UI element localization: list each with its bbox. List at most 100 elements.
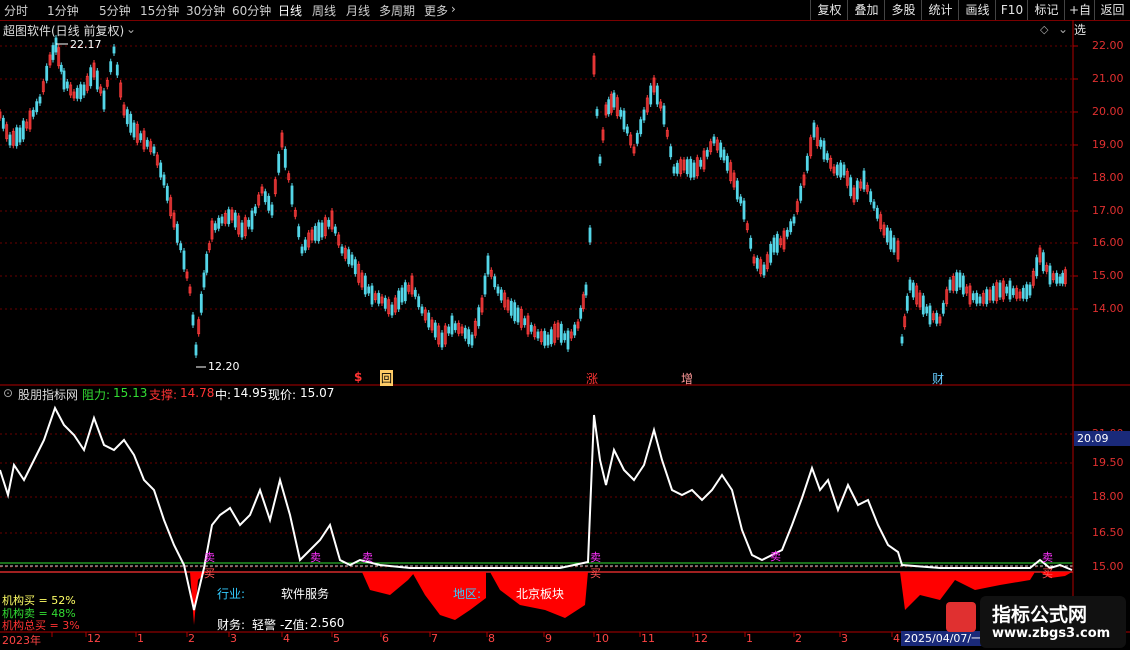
candle-body <box>82 84 86 96</box>
candle-body <box>202 272 206 288</box>
candle-body <box>303 239 307 251</box>
statistics-button[interactable]: 统计 <box>921 0 959 20</box>
sell-signal-label: 卖 <box>204 551 215 564</box>
region-label: 地区: <box>453 587 482 601</box>
period-tab-60min[interactable]: 60分钟 <box>232 2 271 19</box>
candle-body <box>955 272 959 292</box>
mark-button[interactable]: 标记 <box>1027 0 1065 20</box>
indicator-title[interactable]: 股朋指标网 <box>18 386 78 403</box>
candle-body <box>598 156 602 164</box>
finance-report-marker[interactable]: 财 <box>932 370 944 387</box>
candle-body <box>516 307 520 323</box>
stock-title[interactable]: 超图软件(日线 前复权) <box>3 22 124 39</box>
period-tab-multi[interactable]: 多周期 <box>379 2 415 19</box>
candle-body <box>179 243 183 251</box>
candle-body <box>300 246 304 254</box>
candle-body <box>941 302 945 314</box>
chevron-down-icon[interactable]: ⌄ <box>126 22 136 36</box>
period-tab-30min[interactable]: 30分钟 <box>186 2 225 19</box>
chevron-right-icon: › <box>451 2 456 16</box>
add-watchlist-button[interactable]: +自选 <box>1064 0 1095 37</box>
candle-body <box>483 275 487 295</box>
dividend-marker[interactable]: $ <box>354 370 362 384</box>
period-tab-5min[interactable]: 5分钟 <box>99 2 131 19</box>
candle-body <box>749 237 753 249</box>
period-tab-weekly[interactable]: 周线 <box>312 2 336 19</box>
candle-body <box>1035 257 1039 277</box>
candle-body <box>1041 252 1045 272</box>
candle-body <box>699 159 703 167</box>
candle-body <box>1005 286 1009 294</box>
resist-label: 阻力: <box>82 388 111 402</box>
y-tick: 18.00 <box>1092 171 1124 184</box>
x-tick: 12 <box>694 632 708 645</box>
candle-body <box>317 222 321 242</box>
restore-right-button[interactable]: 复权 <box>810 0 848 20</box>
candle-body <box>536 331 540 339</box>
diamond-icon[interactable]: ◇ <box>1040 23 1048 36</box>
candle-body <box>477 307 481 327</box>
candle-body <box>400 287 404 303</box>
holding-increase-marker[interactable]: 增 <box>681 370 693 387</box>
candle-body <box>961 275 965 295</box>
candle-body <box>900 336 904 344</box>
candle-body <box>205 253 209 273</box>
period-tab-1min[interactable]: 1分钟 <box>47 2 79 19</box>
high-price-label: 22.17 <box>70 38 102 51</box>
period-tab-monthly[interactable]: 月线 <box>346 2 370 19</box>
chevron-down-icon[interactable]: ⌄ <box>1058 22 1068 36</box>
period-tab-daily[interactable]: 日线 <box>278 2 302 19</box>
buyback-marker[interactable]: 回 <box>380 370 393 386</box>
y-tick: 18.00 <box>1092 490 1124 503</box>
candle-body <box>403 282 407 302</box>
candlestick-series[interactable] <box>0 35 1067 358</box>
candle-body <box>958 272 962 288</box>
multi-stock-button[interactable]: 多股 <box>884 0 922 20</box>
candle-body <box>496 286 500 294</box>
candle-body <box>1055 272 1059 284</box>
candle-body <box>842 164 846 176</box>
back-button[interactable]: 返回 <box>1094 0 1130 20</box>
overlay-button[interactable]: 叠加 <box>847 0 885 20</box>
y-tick: 21.00 <box>1092 72 1124 85</box>
f10-button[interactable]: F10 <box>995 0 1028 20</box>
x-tick: 11 <box>641 632 655 645</box>
finance-value: 轻警 <box>252 618 277 632</box>
candle-body <box>862 170 866 190</box>
gear-icon[interactable]: ⊙ <box>3 386 13 400</box>
candle-body <box>692 162 696 178</box>
candle-body <box>240 222 244 238</box>
candle-body <box>805 155 809 171</box>
candle-body <box>453 323 457 331</box>
candle-body <box>31 109 35 117</box>
period-tab-timeshare[interactable]: 分时 <box>4 2 28 19</box>
candle-body <box>642 109 646 121</box>
candle-body <box>447 326 451 334</box>
candle-body <box>928 305 932 325</box>
industry-value: 软件服务 <box>281 587 330 601</box>
candle-body <box>162 174 166 186</box>
period-tab-15min[interactable]: 15分钟 <box>140 2 179 19</box>
period-tab-more[interactable]: 更多 <box>424 2 448 19</box>
candle-body <box>450 315 454 335</box>
candle-body <box>350 254 354 266</box>
candle-body <box>1021 287 1025 299</box>
limit-up-marker[interactable]: 涨 <box>586 370 598 387</box>
candle-body <box>175 223 179 243</box>
buy-signal-label: 买 <box>1042 567 1053 580</box>
candle-body <box>772 237 776 253</box>
y-tick: 20.00 <box>1092 105 1124 118</box>
candle-body <box>15 127 19 147</box>
draw-line-button[interactable]: 画线 <box>958 0 996 20</box>
candle-body <box>75 87 79 99</box>
candle-body <box>227 209 231 225</box>
candle-body <box>573 324 577 336</box>
candle-body <box>725 155 729 171</box>
candle-body <box>735 180 739 200</box>
candle-body <box>397 290 401 310</box>
candle-body <box>390 304 394 316</box>
candle-body <box>353 259 357 275</box>
candle-body <box>194 344 198 356</box>
candle-body <box>546 334 550 346</box>
candle-body <box>217 217 221 229</box>
